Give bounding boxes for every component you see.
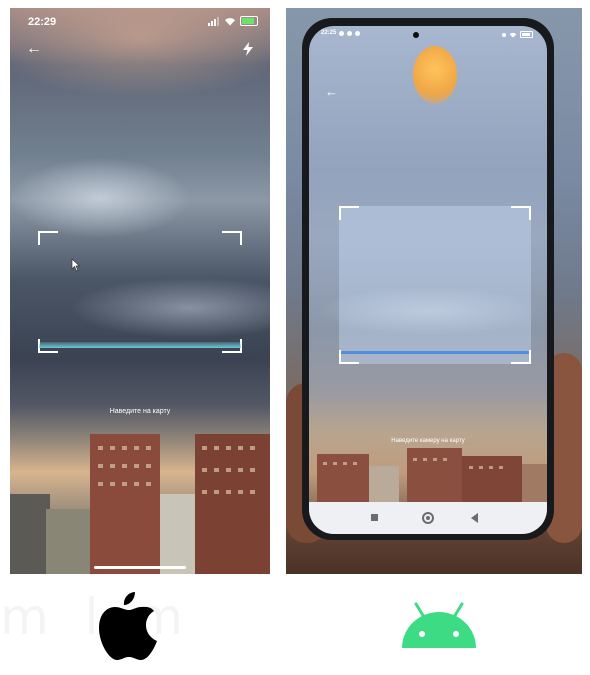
recents-icon[interactable] [371,514,378,521]
city-skyline [10,434,270,574]
scan-frame-corner [222,231,242,245]
status-icons [502,31,533,38]
scan-hint: Наведите на карту [109,408,171,415]
scan-frame [339,206,531,364]
status-time: 22:25 [321,30,337,36]
scan-line [341,351,529,354]
android-phone: 22:25 ← Наведите камеру на карту [302,18,554,540]
status-bar: 22:25 [321,30,361,36]
wifi-icon [225,17,235,25]
back-arrow-icon[interactable]: ← [26,41,42,57]
android-logo [402,602,476,648]
battery-icon [240,16,258,26]
sun-glare [413,46,457,104]
scan-frame-corner [511,206,531,220]
scan-line [39,342,241,348]
status-time: 22:29 [28,16,57,28]
battery-icon [520,31,533,38]
status-icons [208,16,258,26]
front-camera [413,32,419,38]
back-arrow-icon[interactable]: ← [325,84,338,100]
navigation-bar [309,502,547,534]
signal-icon [502,32,506,37]
notification-icon [339,30,345,36]
android-scanner-screen: 22:25 ← Наведите камеру на карту [309,26,547,534]
scan-frame [38,231,242,353]
wifi-icon [509,32,517,38]
back-icon[interactable] [471,513,478,523]
status-bar: 22:29 [10,8,270,38]
notification-icon [347,30,353,36]
notification-icon [355,30,361,36]
ios-scanner-screen: 22:29 ← Наведите на карту [10,8,270,574]
android-phone-photo: 22:25 ← Наведите камеру на карту [286,8,582,574]
scan-frame-corner [38,231,58,245]
city-skyline [317,448,547,502]
flash-icon[interactable] [242,42,254,56]
home-icon[interactable] [422,512,434,524]
pointer-cursor-icon [71,258,81,272]
home-indicator[interactable] [94,566,186,569]
apple-logo [99,592,157,660]
scan-frame-corner [339,206,359,220]
signal-icon [208,16,220,26]
